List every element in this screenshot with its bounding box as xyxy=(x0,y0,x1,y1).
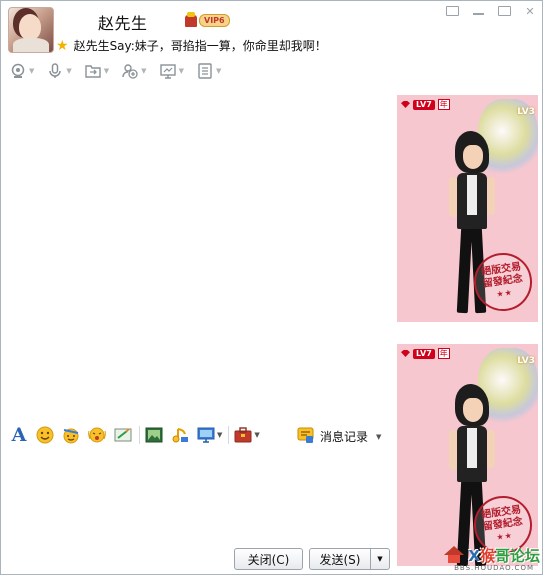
crown-icon xyxy=(184,12,198,28)
history-icon xyxy=(297,426,315,447)
close-button-label: 关闭(C) xyxy=(247,552,290,567)
diamond-icon xyxy=(401,101,410,108)
screenshot-button[interactable] xyxy=(113,425,133,445)
level-label: LV7 xyxy=(413,348,435,359)
toolbox-button[interactable]: ▼ xyxy=(233,425,260,445)
screenshot-icon xyxy=(113,425,133,445)
voice-call-button[interactable]: ▼ xyxy=(46,62,72,80)
image-icon xyxy=(144,425,164,445)
level-right-label: LV3 xyxy=(517,356,535,366)
shake-icon xyxy=(87,425,107,445)
video-call-button[interactable]: ▼ xyxy=(9,62,34,80)
magic-emoji-icon xyxy=(61,425,81,445)
year-label: 年 xyxy=(437,348,450,359)
remote-desktop-button[interactable]: ▼ xyxy=(159,62,184,80)
level-right-label: LV3 xyxy=(517,107,535,117)
chevron-down-icon[interactable]: ▼ xyxy=(217,431,222,439)
qq-show-panel-bottom[interactable]: LV7 年 LV3 絕版交易 留發紀念 ★★ xyxy=(397,344,538,566)
music-button[interactable] xyxy=(170,425,190,445)
app-menu-icon xyxy=(196,62,214,80)
level-label: LV7 xyxy=(413,99,435,110)
vip-badge[interactable]: VIP6 xyxy=(184,11,230,29)
video-call-icon xyxy=(9,62,27,80)
watermark-text: X猴哥论坛 xyxy=(468,546,540,565)
image-button[interactable] xyxy=(144,425,164,445)
add-member-icon xyxy=(121,62,139,80)
chevron-down-icon[interactable]: ▼ xyxy=(254,431,259,439)
remote-desktop-icon xyxy=(159,62,177,80)
watermark-url: BBS.HOUDAO.COM xyxy=(454,564,534,572)
font-button[interactable]: A xyxy=(9,424,29,446)
contact-avatar[interactable] xyxy=(8,7,54,53)
contact-name[interactable]: 赵先生 xyxy=(98,10,148,34)
close-button[interactable]: 关闭(C) xyxy=(234,548,303,570)
magic-emoji-button[interactable] xyxy=(61,425,81,445)
send-button-label: 发送(S) xyxy=(319,552,361,567)
qq-show-panel-top[interactable]: LV7 年 LV3 絕版交易 留發紀念 ★★ xyxy=(397,95,538,322)
screen-capture-menu-button[interactable]: ▼ xyxy=(196,425,222,445)
toolbox-icon xyxy=(233,425,253,445)
star-icon: ★ xyxy=(56,37,69,54)
send-options-chevron-icon[interactable]: ▼ xyxy=(370,549,389,569)
message-input[interactable] xyxy=(1,447,393,543)
maximize-icon[interactable] xyxy=(495,4,513,18)
music-icon xyxy=(170,425,190,445)
level-tag: LV7 年 xyxy=(401,348,450,359)
chevron-down-icon[interactable]: ▼ xyxy=(179,67,184,75)
chevron-down-icon[interactable]: ▼ xyxy=(141,67,146,75)
file-transfer-icon xyxy=(84,62,102,80)
top-toolbar: ▼ ▼ ▼ ▼ ▼ ▼ xyxy=(9,62,233,80)
site-watermark: X猴哥论坛 BBS.HOUDAO.COM xyxy=(398,538,540,572)
app-menu-button[interactable]: ▼ xyxy=(196,62,221,80)
level-tag: LV7 年 xyxy=(401,99,450,110)
font-icon: A xyxy=(11,424,27,446)
emoji-icon xyxy=(35,425,55,445)
vip-level-label: VIP6 xyxy=(199,13,230,27)
toolbar-divider xyxy=(139,426,140,444)
close-icon[interactable]: ✕ xyxy=(521,4,539,18)
minimize-icon[interactable] xyxy=(469,4,487,18)
toolbar-divider xyxy=(228,426,230,444)
shake-button[interactable] xyxy=(87,425,107,445)
chevron-down-icon[interactable]: ▼ xyxy=(29,67,34,75)
file-transfer-button[interactable]: ▼ xyxy=(84,62,109,80)
signature-line: ★ 赵先生Say:妹子，哥掐指一算，你命里却我啊！ xyxy=(56,37,327,54)
chevron-down-icon[interactable]: ▼ xyxy=(376,433,381,441)
add-member-button[interactable]: ▼ xyxy=(121,62,147,80)
message-area[interactable] xyxy=(1,87,393,417)
window-controls: ✕ xyxy=(443,4,539,18)
signature-text: 赵先生Say:妹子，哥掐指一算，你命里却我啊！ xyxy=(73,39,327,53)
history-label: 消息记录 xyxy=(320,430,369,444)
restore-icon[interactable] xyxy=(443,4,461,18)
voice-call-icon xyxy=(46,62,64,80)
chevron-down-icon[interactable]: ▼ xyxy=(104,67,109,75)
chevron-down-icon[interactable]: ▼ xyxy=(216,67,221,75)
input-toolbar: A ▼ ▼ xyxy=(9,424,266,446)
home-icon xyxy=(444,546,465,564)
diamond-icon xyxy=(401,350,410,357)
chevron-down-icon[interactable]: ▼ xyxy=(66,67,71,75)
emoji-button[interactable] xyxy=(35,425,55,445)
screen-capture-menu-icon xyxy=(196,425,216,445)
year-label: 年 xyxy=(437,99,450,110)
message-history-button[interactable]: 消息记录 ▼ xyxy=(297,426,381,447)
chat-window: 赵先生 VIP6 ★ 赵先生Say:妹子，哥掐指一算，你命里却我啊！ ✕ ▼ ▼… xyxy=(0,0,543,575)
send-button[interactable]: 发送(S) ▼ xyxy=(309,548,390,570)
